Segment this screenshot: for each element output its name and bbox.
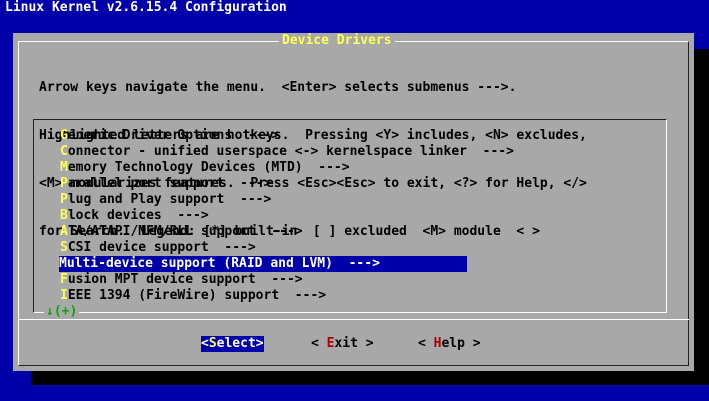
device-drivers-dialog: Device Drivers Arrow keys navigate the m… [13,33,694,371]
menu-item-multi-device[interactable]: Multi-device support (RAID and LVM) ---> [59,256,467,272]
button-label: elp > [441,336,481,351]
menu-item-mtd[interactable]: Memory Technology Devices (MTD) ---> [60,160,660,176]
menu-item-ata-atapi[interactable]: ATA/ATAPI/MFM/RLL support ---> [60,224,660,240]
button-label: xit > [334,336,374,351]
hotkey: S [60,240,68,255]
hotkey: C [60,144,68,159]
select-button[interactable]: <Select> [201,336,264,352]
help-button[interactable]: < Help > [418,336,481,352]
menu-item-label: CSI device support ---> [67,240,256,255]
menu-item-label: eneric Driver Options ---> [67,128,280,143]
more-items-indicator[interactable]: ↓(+) [44,304,80,320]
menu-item-generic-driver-options[interactable]: Generic Driver Options ---> [60,128,660,144]
menu-item-label: lock devices ---> [67,208,209,223]
menu-item-label: emory Technology Devices (MTD) ---> [67,160,350,175]
menu-item-connector[interactable]: Connector - unified userspace <-> kernel… [60,144,660,160]
menu-item-scsi[interactable]: SCSI device support ---> [60,240,660,256]
menu-item-label: TA/ATAPI/MFM/RLL support ---> [67,224,303,239]
menu-item-label: lug and Play support ---> [67,192,272,207]
dialog-title: Device Drivers [279,33,395,49]
hotkey: M [59,256,67,271]
menu-item-ieee1394[interactable]: IEEE 1394 (FireWire) support ---> [60,288,660,304]
exit-button[interactable]: < Exit > [311,336,374,352]
menu-item-fusion-mpt[interactable]: Fusion MPT device support ---> [60,272,660,288]
hotkey: F [60,272,68,287]
button-bracket: < [201,336,209,351]
menu-item-label: onnector - unified userspace <-> kernels… [67,144,514,159]
button-bracket: < [418,336,434,351]
hotkey: P [60,192,68,207]
menu-item-label: usion MPT device support ---> [67,272,303,287]
menu-item-label: ulti-device support (RAID and LVM) ---> [66,256,380,271]
hotkey: P [60,176,68,191]
menu-box: Generic Driver Options ---> Connector - … [33,119,667,320]
button-separator [18,319,689,320]
menu-item-plug-and-play[interactable]: Plug and Play support ---> [60,192,660,208]
button-label: elect> [216,336,264,351]
menu-item-label: EEE 1394 (FireWire) support ---> [67,288,327,303]
hotkey: S [208,336,217,351]
button-bar: <Select> < Exit > < Help > [13,336,694,352]
window-title: Linux Kernel v2.6.15.4 Configuration [5,0,287,15]
menu-item-block-devices[interactable]: Block devices ---> [60,208,660,224]
hotkey: G [60,128,68,143]
hotkey: M [60,160,68,175]
hotkey: A [60,224,68,239]
hotkey: B [60,208,68,223]
hotkey: I [60,288,68,303]
button-bracket: < [311,336,327,351]
menu-item-parallel-port[interactable]: Parallel port support ---> [60,176,660,192]
help-line: Arrow keys navigate the menu. <Enter> se… [39,80,517,95]
menu-item-label: arallel port support ---> [67,176,272,191]
